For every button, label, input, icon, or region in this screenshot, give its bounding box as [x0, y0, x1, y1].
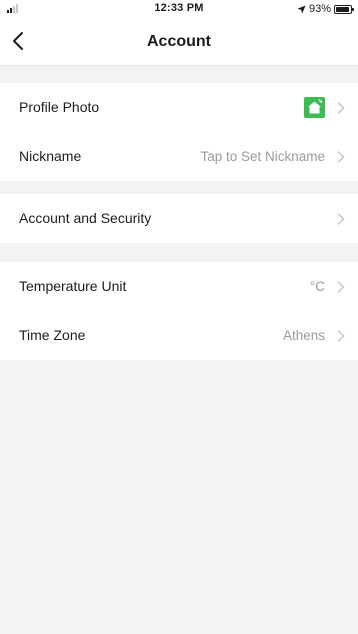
chevron-right-icon	[337, 281, 345, 293]
battery-percent: 93%	[308, 3, 331, 15]
status-right: 93%	[297, 2, 354, 16]
status-bar: 12:33 PM 93%	[0, 0, 358, 18]
row-value: °C	[309, 279, 325, 294]
chevron-right-icon	[337, 151, 345, 163]
home-avatar-icon	[308, 99, 323, 114]
profile-group: Profile Photo Nickname Tap to Set Nickna…	[0, 83, 358, 181]
page-title: Account	[147, 33, 211, 50]
nickname-row[interactable]: Nickname Tap to Set Nickname	[0, 132, 358, 181]
temperature-unit-row[interactable]: Temperature Unit °C	[0, 262, 358, 311]
chevron-right-icon	[337, 102, 345, 114]
chevron-right-icon	[337, 330, 345, 342]
time-zone-row[interactable]: Time Zone Athens	[0, 311, 358, 360]
battery-icon	[334, 4, 354, 14]
location-arrow-icon	[297, 4, 306, 14]
row-value: Athens	[282, 328, 325, 343]
nav-bar: Account	[0, 18, 358, 66]
security-group: Account and Security	[0, 194, 358, 243]
preferences-group: Temperature Unit °C Time Zone Athens	[0, 262, 358, 360]
row-value: Tap to Set Nickname	[200, 149, 325, 164]
avatar	[304, 97, 325, 118]
row-label: Temperature Unit	[19, 278, 127, 294]
chevron-right-icon	[337, 213, 345, 225]
row-label: Time Zone	[19, 327, 86, 343]
row-label: Nickname	[19, 148, 82, 164]
row-label: Profile Photo	[19, 99, 100, 115]
row-label: Account and Security	[19, 210, 152, 226]
profile-photo-row[interactable]: Profile Photo	[0, 83, 358, 132]
account-security-row[interactable]: Account and Security	[0, 194, 358, 243]
